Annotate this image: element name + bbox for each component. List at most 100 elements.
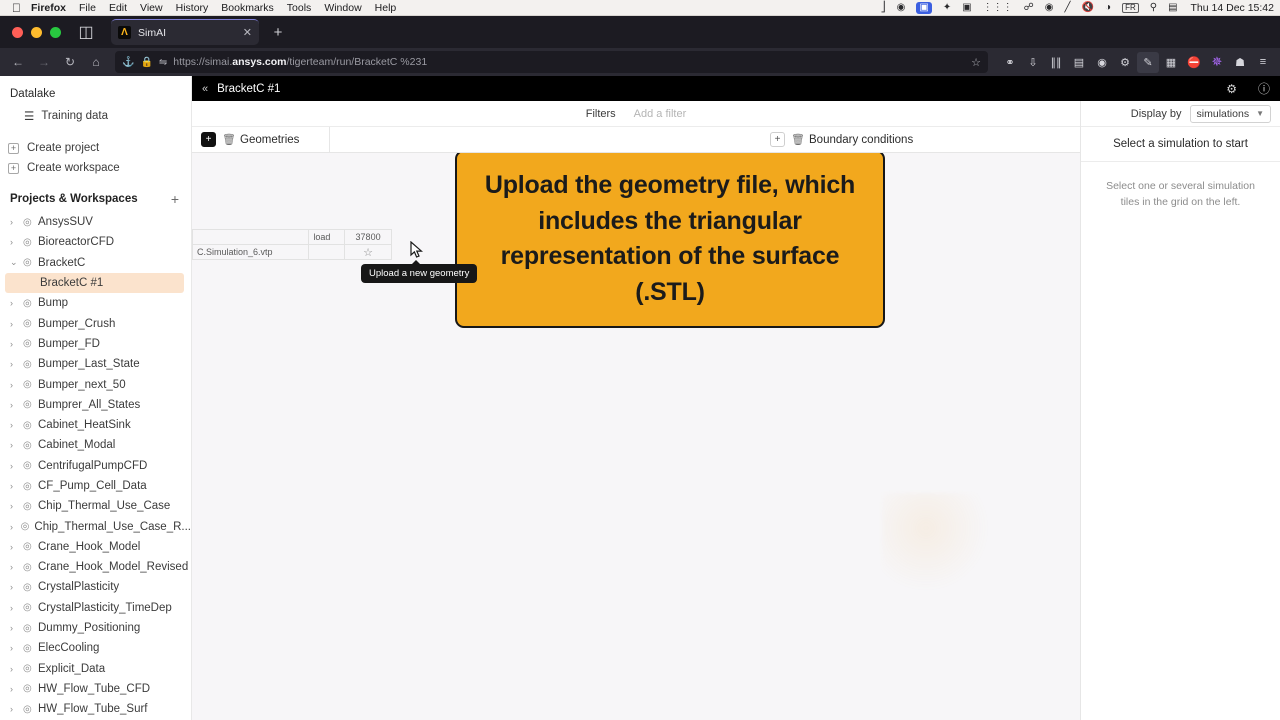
minimize-window-button[interactable] xyxy=(31,26,42,38)
chevron-right-icon[interactable]: › xyxy=(10,522,16,532)
sidebar-item-project[interactable]: › ◎ CrystalPlasticity xyxy=(0,577,191,597)
chevron-right-icon[interactable]: › xyxy=(10,704,18,714)
control-center-icon[interactable]: ▤ xyxy=(1168,2,1177,13)
table-row[interactable]: load 37800 xyxy=(192,229,392,245)
wifi-icon[interactable]: ◑ xyxy=(1105,2,1111,13)
sidebar-item-project[interactable]: › ◎ ElecCooling xyxy=(0,638,191,658)
grammarly-icon[interactable]: ◉ xyxy=(1091,52,1113,73)
chevron-right-icon[interactable]: › xyxy=(10,501,18,511)
menu-icon[interactable]: ≡ xyxy=(1252,52,1274,73)
chevron-right-icon[interactable]: › xyxy=(10,319,18,329)
sidebar-item-project[interactable]: › ◎ CrystalPlasticity_TimeDep xyxy=(0,598,191,618)
ublock-icon[interactable]: ⛔ xyxy=(1183,52,1205,73)
bluetooth-icon[interactable]: ⎦ xyxy=(881,2,886,13)
create-project-button[interactable]: + Create project xyxy=(0,138,191,158)
sidebar-item-project[interactable]: › ◎ Chip_Thermal_Use_Case_R... xyxy=(0,516,191,536)
library-icon[interactable]: ∥∥ xyxy=(1045,52,1067,73)
chevron-right-icon[interactable]: › xyxy=(10,380,18,390)
chevron-right-icon[interactable]: › xyxy=(10,481,18,491)
pencil-icon[interactable]: ╱ xyxy=(1065,2,1071,13)
dropbox-icon[interactable]: ◉ xyxy=(897,2,906,13)
chevron-right-icon[interactable]: › xyxy=(10,684,18,694)
download-icon[interactable]: ⇩ xyxy=(1022,52,1044,73)
sidebar-item-project[interactable]: › ◎ Crane_Hook_Model xyxy=(0,537,191,557)
sidebar-item-project[interactable]: › ◎ Chip_Thermal_Use_Case xyxy=(0,496,191,516)
chevron-down-icon[interactable]: ⌄ xyxy=(10,257,18,268)
sidebar-item-project[interactable]: › ◎ BioreactorCFD xyxy=(0,232,191,252)
input-source-indicator[interactable]: FR xyxy=(1122,2,1139,13)
chevron-right-icon[interactable]: › xyxy=(10,420,18,430)
back-arrow-icon[interactable]: ← xyxy=(6,51,30,73)
chevron-right-icon[interactable]: › xyxy=(10,582,18,592)
star-icon[interactable]: ☆ xyxy=(971,56,981,69)
add-filter-input[interactable]: Add a filter xyxy=(634,108,687,120)
create-workspace-button[interactable]: + Create workspace xyxy=(0,158,191,178)
chevron-right-icon[interactable]: › xyxy=(10,542,18,552)
chevron-right-icon[interactable]: › xyxy=(10,461,18,471)
chevron-right-icon[interactable]: › xyxy=(10,440,18,450)
menu-item-file[interactable]: File xyxy=(79,2,96,14)
new-tab-button[interactable]: + xyxy=(270,24,286,41)
menu-item-tools[interactable]: Tools xyxy=(287,2,312,14)
reader-icon[interactable]: ▤ xyxy=(1068,52,1090,73)
sidebar-item-project[interactable]: ⌄ ◎ BracketC xyxy=(0,253,191,273)
double-chevron-left-icon[interactable]: « xyxy=(202,83,208,95)
display-icon[interactable]: ▣ xyxy=(916,1,932,14)
menu-item-view[interactable]: View xyxy=(140,2,163,14)
notes-icon[interactable]: ✎ xyxy=(1137,51,1159,73)
chevron-right-icon[interactable]: › xyxy=(10,562,18,572)
search-icon[interactable]: ⚲ xyxy=(1150,2,1157,13)
sidebar-item-project[interactable]: › ◎ Bumper_FD xyxy=(0,334,191,354)
forward-arrow-icon[interactable]: → xyxy=(32,51,56,73)
chevron-right-icon[interactable]: › xyxy=(10,643,18,653)
columns-icon[interactable]: ▦ xyxy=(1160,52,1182,73)
sidebar-item-selected-run[interactable]: BracketC #1 xyxy=(5,272,184,294)
pin-icon[interactable]: ☗ xyxy=(1229,52,1251,73)
grid-icon[interactable]: ⋮⋮⋮ xyxy=(983,2,1013,13)
volume-mute-icon[interactable]: 🔇 xyxy=(1082,2,1094,13)
chevron-right-icon[interactable]: › xyxy=(10,400,18,410)
sidebar-item-project[interactable]: › ◎ Bumper_Crush xyxy=(0,313,191,333)
dropbox-sync-icon[interactable]: ✦ xyxy=(943,2,951,13)
reload-icon[interactable]: ↻ xyxy=(58,51,82,73)
sidebar-item-project[interactable]: › ◎ CentrifugalPumpCFD xyxy=(0,456,191,476)
apple-logo-icon[interactable]:  xyxy=(12,2,21,14)
menu-bar-clock[interactable]: Thu 14 Dec 15:42 xyxy=(1191,2,1274,14)
plus-icon[interactable]: + xyxy=(171,192,179,206)
chevron-right-icon[interactable]: › xyxy=(10,339,18,349)
menu-item-edit[interactable]: Edit xyxy=(109,2,127,14)
sidebar-item-project[interactable]: › ◎ Explicit_Data xyxy=(0,659,191,679)
trash-icon[interactable]: 🗑 xyxy=(222,133,236,146)
record-icon[interactable]: ◉ xyxy=(1045,2,1054,13)
pocket-icon[interactable]: ⚭ xyxy=(999,52,1021,73)
sidebar-item-project[interactable]: › ◎ Bumper_Last_State xyxy=(0,354,191,374)
sidebar-item-project[interactable]: › ◎ HW_Flow_Tube_CFD xyxy=(0,679,191,699)
chevron-right-icon[interactable]: › xyxy=(10,359,18,369)
address-bar[interactable]: ⚓ 🔒 ⇋ https://simai.ansys.com/tigerteam/… xyxy=(115,51,988,73)
headphones-icon[interactable]: ☍ xyxy=(1024,2,1034,13)
add-boundary-condition-button[interactable]: + xyxy=(770,132,785,147)
sidebar-item-project[interactable]: › ◎ Bumprer_All_States xyxy=(0,395,191,415)
settings-ext-icon[interactable]: ⚙ xyxy=(1114,52,1136,73)
shield-icon[interactable]: ⚓ xyxy=(122,57,134,68)
chevron-right-icon[interactable]: › xyxy=(10,298,18,308)
maximize-window-button[interactable] xyxy=(50,26,61,38)
sidebar-item-project[interactable]: › ◎ Dummy_Positioning xyxy=(0,618,191,638)
chevron-right-icon[interactable]: › xyxy=(10,664,18,674)
help-circle-icon[interactable]: ⓘ xyxy=(1258,80,1270,97)
menu-item-bookmarks[interactable]: Bookmarks xyxy=(221,2,274,14)
chevron-right-icon[interactable]: › xyxy=(10,623,18,633)
sidebar-item-project[interactable]: › ◎ Cabinet_Modal xyxy=(0,435,191,455)
home-icon[interactable]: ⌂ xyxy=(84,51,108,73)
trash-icon[interactable]: 🗑 xyxy=(791,133,805,146)
menu-item-history[interactable]: History xyxy=(176,2,209,14)
menu-item-window[interactable]: Window xyxy=(324,2,361,14)
sidebar-item-training-data[interactable]: ☰ Training data xyxy=(0,106,191,126)
sidebar-item-project[interactable]: › ◎ Cabinet_HeatSink xyxy=(0,415,191,435)
add-geometry-button[interactable]: + xyxy=(201,132,216,147)
menu-item-firefox[interactable]: Firefox xyxy=(31,2,66,14)
container-tabs-icon[interactable]: ⇋ xyxy=(159,57,167,68)
close-window-button[interactable] xyxy=(12,26,23,38)
sidebar-item-project[interactable]: › ◎ CF_Pump_Cell_Data xyxy=(0,476,191,496)
browser-tab[interactable]: Λ SimAI ✕ xyxy=(111,19,259,45)
